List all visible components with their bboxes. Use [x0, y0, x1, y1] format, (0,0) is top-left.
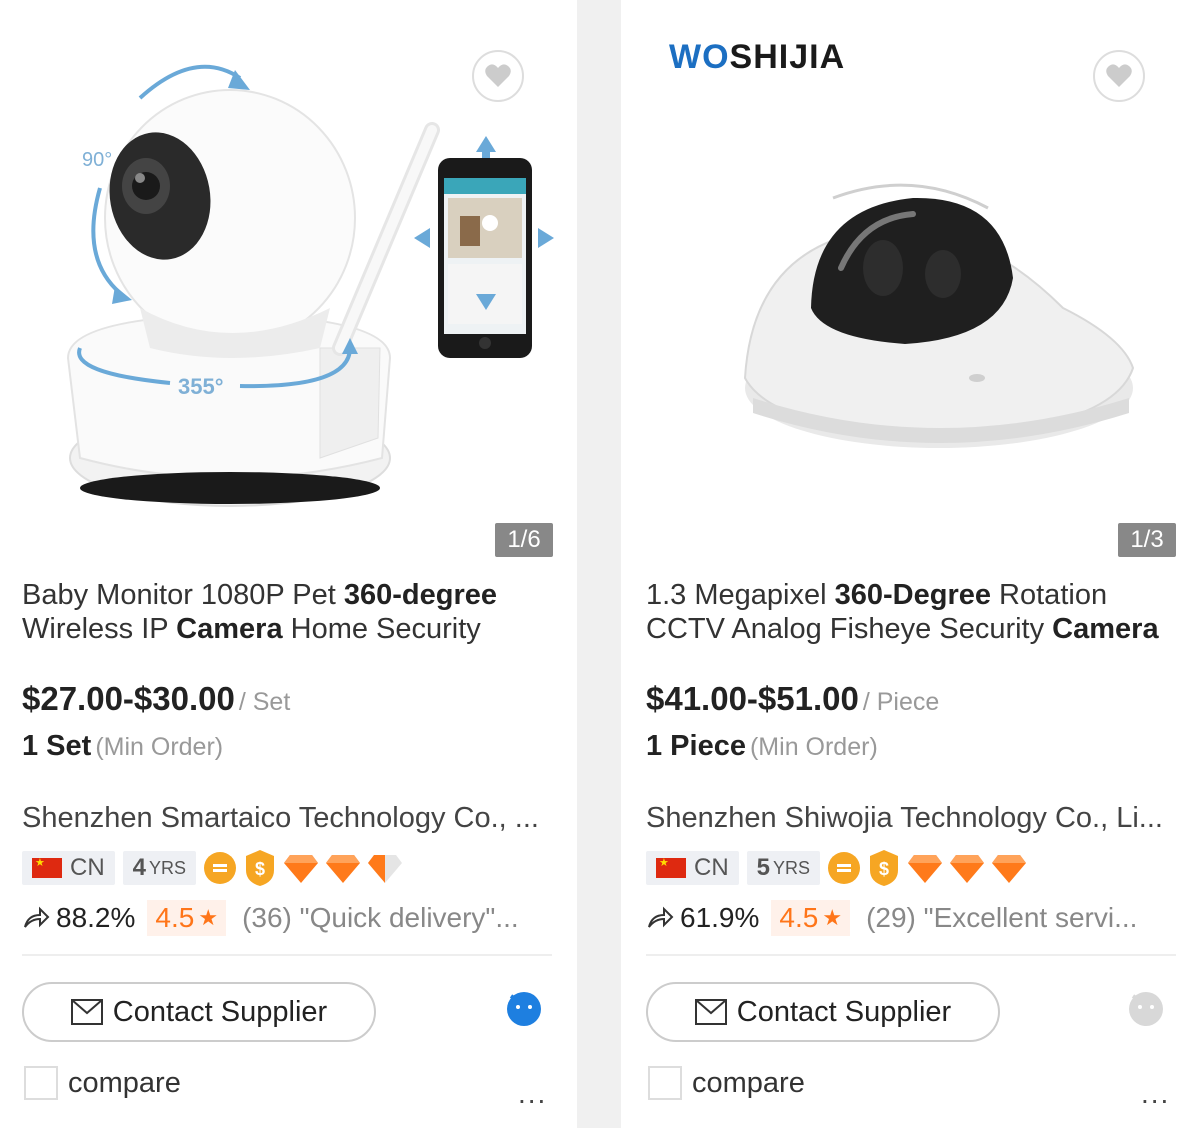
china-flag-icon	[32, 856, 62, 878]
gold-supplier-icon	[828, 852, 861, 884]
half-diamond-icon	[368, 855, 403, 883]
checkbox[interactable]	[24, 1066, 58, 1100]
envelope-icon	[70, 999, 103, 1025]
gold-supplier-icon	[204, 852, 237, 884]
supplier-name[interactable]: Shenzhen Smartaico Technology Co., ...	[22, 802, 552, 835]
china-flag-icon	[656, 856, 686, 878]
country-badge: CN	[22, 851, 115, 885]
contact-supplier-button[interactable]: Contact Supplier	[646, 982, 1000, 1042]
brand-logo: WOSHIJIA	[669, 38, 846, 76]
min-order: 1 Set (Min Order)	[22, 730, 224, 762]
product-image[interactable]: 90° 355°	[20, 18, 556, 558]
tilt-angle-label: 90°	[82, 149, 112, 171]
supplier-badges: CN 5YRS $	[646, 850, 1027, 886]
image-counter: 1/6	[495, 523, 553, 557]
pan-angle-label: 355°	[178, 374, 224, 399]
country-badge: CN	[646, 851, 739, 885]
chat-offline-icon[interactable]	[1127, 990, 1165, 1028]
diamond-icon	[326, 855, 361, 883]
trade-assurance-icon: $	[246, 850, 275, 886]
chat-online-icon[interactable]	[505, 990, 543, 1028]
response-rate-icon	[24, 906, 50, 928]
supplier-badges: CN 4YRS $	[22, 850, 403, 886]
years-badge: 4 YRS	[122, 851, 197, 885]
star-icon: ★	[822, 905, 843, 930]
min-order: 1 Piece (Min Order)	[646, 730, 878, 762]
more-options-button[interactable]: ...	[518, 1078, 547, 1110]
product-image[interactable]: WOSHIJIA	[643, 18, 1177, 558]
supplier-name[interactable]: Shenzhen Shiwojia Technology Co., Li...	[646, 802, 1176, 835]
more-options-button[interactable]: ...	[1141, 1078, 1170, 1110]
rating-badge: 4.5 ★	[771, 900, 851, 936]
response-rate-icon	[648, 906, 674, 928]
checkbox[interactable]	[648, 1066, 682, 1100]
response-rate: 61.9%	[680, 902, 760, 933]
compare-checkbox[interactable]: compare	[24, 1066, 181, 1100]
diamond-icon	[284, 855, 319, 883]
price-unit: / Piece	[862, 688, 940, 716]
divider	[22, 954, 552, 956]
product-card[interactable]: 90° 355° 1/6 Baby Monitor 1080P Pet 360-…	[0, 0, 577, 1128]
product-card[interactable]: WOSHIJIA 1/3 1.3 Megapixel 360-Degree Ro…	[621, 0, 1200, 1128]
review-summary[interactable]: (29) "Excellent servi...	[866, 902, 1137, 934]
svg-text:$: $	[255, 859, 265, 879]
star-icon: ★	[198, 905, 219, 930]
divider	[646, 954, 1176, 956]
contact-supplier-button[interactable]: Contact Supplier	[22, 982, 376, 1042]
baby-monitor-camera-image: 90° 355°	[66, 64, 554, 507]
product-title[interactable]: 1.3 Megapixel 360-Degree Rotation CCTV A…	[646, 578, 1176, 646]
heart-icon	[1106, 64, 1132, 87]
dome-camera-image	[743, 183, 1135, 448]
envelope-icon	[694, 999, 727, 1025]
product-grid: 90° 355° 1/6 Baby Monitor 1080P Pet 360-…	[0, 0, 1200, 1128]
price-unit: / Set	[238, 688, 291, 716]
product-title[interactable]: Baby Monitor 1080P Pet 360-degree Wirele…	[22, 578, 552, 646]
favorite-heart-button[interactable]	[1093, 50, 1145, 102]
years-badge: 5 YRS	[746, 851, 821, 885]
review-summary[interactable]: (36) "Quick delivery"...	[242, 902, 519, 934]
response-rate: 88.2%	[56, 902, 136, 933]
supplier-stats: 61.9% 4.5 ★ (29) "Excellent servi...	[646, 898, 1176, 938]
svg-text:$: $	[879, 859, 889, 879]
diamond-icon	[992, 855, 1027, 883]
rating-badge: 4.5 ★	[147, 900, 227, 936]
trade-assurance-icon: $	[870, 850, 899, 886]
supplier-stats: 88.2% 4.5 ★ (36) "Quick delivery"...	[22, 898, 552, 938]
heart-icon	[485, 64, 511, 87]
diamond-icon	[950, 855, 985, 883]
price-range: $41.00-$51.00/ Piece	[646, 680, 940, 717]
favorite-heart-button[interactable]	[472, 50, 524, 102]
price-range: $27.00-$30.00/ Set	[22, 680, 291, 717]
diamond-icon	[908, 855, 943, 883]
compare-checkbox[interactable]: compare	[648, 1066, 805, 1100]
image-counter: 1/3	[1118, 523, 1176, 557]
